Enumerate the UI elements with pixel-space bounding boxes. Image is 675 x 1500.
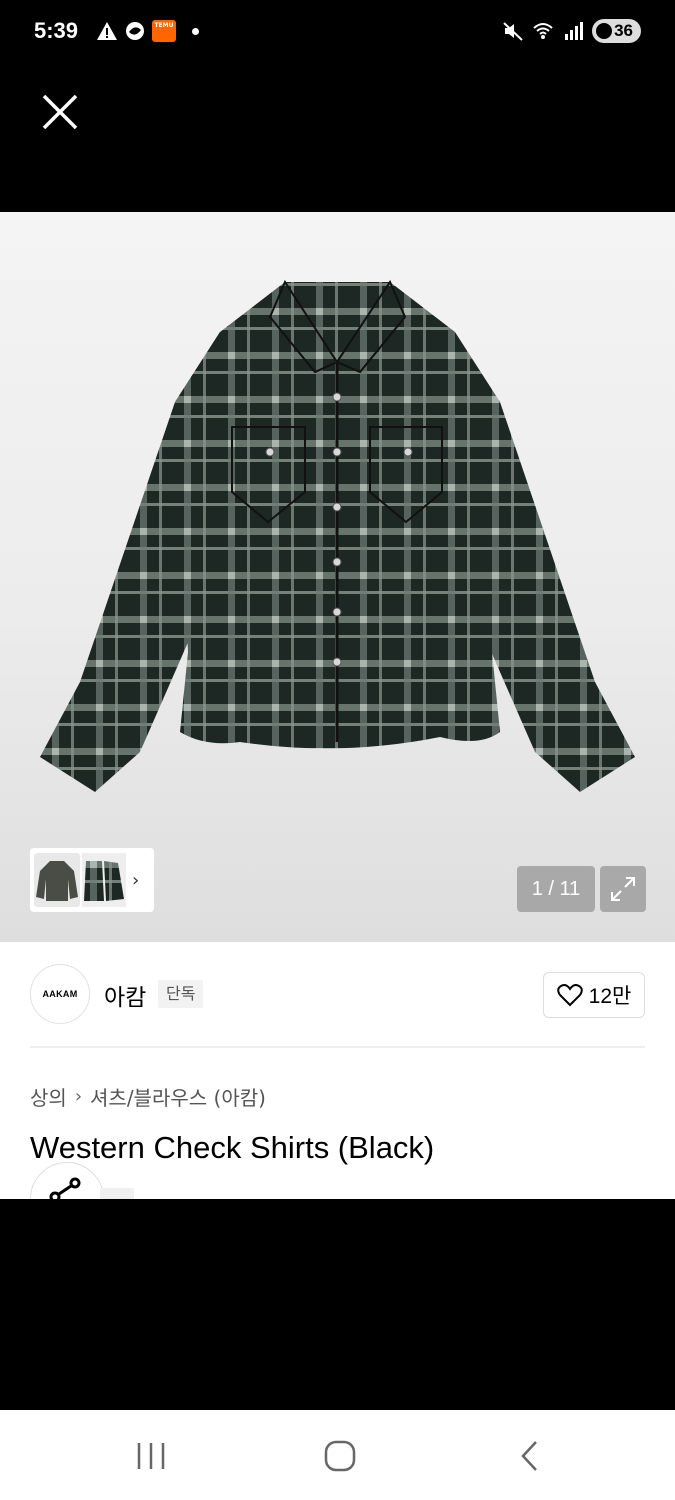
product-gallery[interactable]: › 1 / 11: [0, 212, 675, 942]
share-button[interactable]: [30, 1162, 104, 1199]
image-counter: 1 / 11: [517, 866, 595, 912]
wifi-icon: [533, 23, 553, 39]
recent-apps-button[interactable]: [121, 1435, 181, 1477]
battery-icon: 36: [592, 19, 641, 43]
status-bar: 5:39 TEMU 36: [0, 0, 675, 64]
brand-logo[interactable]: AAKAM: [30, 964, 90, 1024]
overlay-area: [0, 1199, 675, 1410]
back-icon: [521, 1441, 537, 1471]
product-image[interactable]: [0, 212, 675, 942]
temu-icon: TEMU: [152, 20, 176, 42]
system-nav-bar: [0, 1410, 675, 1500]
share-icon: [49, 1177, 81, 1199]
dot-icon: [192, 27, 199, 35]
brand-row: AAKAM 아캄 단독 12만: [30, 964, 645, 1026]
thumbnail-image-2[interactable]: [82, 853, 126, 907]
divider: [30, 1046, 645, 1048]
recent-apps-icon: [137, 1443, 165, 1469]
close-icon: [42, 94, 78, 130]
status-left-icons: TEMU: [96, 20, 199, 42]
mute-icon: [503, 22, 523, 41]
thumbnail-image-1[interactable]: [34, 853, 80, 907]
charging-icon: [596, 23, 613, 39]
like-button[interactable]: 12만: [543, 972, 645, 1018]
temu-badge-text: TEMU: [154, 22, 174, 29]
breadcrumb: 상의 › 셔츠/블라우스 (아캄): [30, 1082, 266, 1111]
battery-level: 36: [614, 21, 633, 40]
breadcrumb-category[interactable]: 상의: [30, 1082, 67, 1111]
expand-button[interactable]: [600, 866, 646, 912]
close-button[interactable]: [38, 90, 82, 134]
heart-icon: [556, 984, 583, 1007]
product-title: Western Check Shirts (Black): [30, 1130, 435, 1165]
brand-name[interactable]: 아캄: [104, 978, 146, 1012]
status-right-icons: 36: [502, 19, 641, 43]
expand-icon: [611, 877, 635, 901]
chevron-right-icon: ›: [74, 1086, 83, 1107]
home-icon: [324, 1440, 356, 1472]
thumbnail-strip[interactable]: ›: [30, 848, 154, 912]
breadcrumb-subcategory[interactable]: 셔츠/블라우스 (아캄): [90, 1082, 266, 1111]
signal-icon: [565, 22, 584, 40]
chevron-right-icon: ›: [132, 869, 140, 891]
gemini-icon: [126, 22, 144, 40]
status-time: 5:39: [34, 18, 79, 43]
rating-chip: [100, 1188, 134, 1199]
warning-icon: [97, 22, 117, 40]
header: [0, 64, 675, 212]
exclusive-badge: 단독: [158, 980, 204, 1008]
back-button[interactable]: [500, 1435, 560, 1477]
home-button[interactable]: [310, 1435, 370, 1477]
product-info: AAKAM 아캄 단독 12만 상의 › 셔츠/블라우스 (아캄) Wester…: [0, 942, 675, 1199]
like-count: 12만: [588, 985, 632, 1008]
